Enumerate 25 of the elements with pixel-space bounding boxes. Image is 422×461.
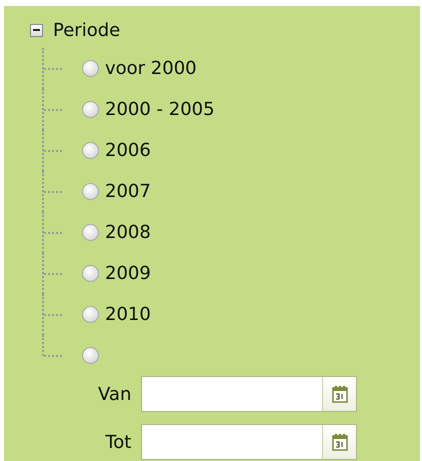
radio-button[interactable] — [82, 347, 99, 364]
radio-button[interactable] — [82, 183, 99, 200]
calendar-button[interactable] — [322, 425, 356, 459]
calendar-icon — [332, 433, 348, 451]
option-label: 2006 — [105, 140, 151, 161]
option-label: voor 2000 — [105, 58, 197, 79]
date-field[interactable] — [141, 424, 358, 460]
date-field[interactable] — [141, 376, 358, 412]
radio-button[interactable] — [82, 306, 99, 323]
option-label: 2009 — [105, 263, 151, 284]
radio-button[interactable] — [82, 142, 99, 159]
radio-button[interactable] — [82, 101, 99, 118]
group-title: Periode — [53, 20, 120, 40]
option-label: 2007 — [105, 181, 151, 202]
radio-button[interactable] — [82, 224, 99, 241]
calendar-button[interactable] — [322, 377, 356, 411]
option-label: 2010 — [105, 304, 151, 325]
field-label: Tot — [104, 432, 132, 452]
calendar-icon — [332, 385, 348, 403]
radio-button[interactable] — [82, 265, 99, 282]
option-label: 2008 — [105, 222, 151, 243]
radio-button[interactable] — [82, 60, 99, 77]
collapse-toggle[interactable] — [30, 24, 43, 36]
field-label: Van — [98, 384, 132, 404]
option-label: 2000 - 2005 — [105, 99, 215, 120]
